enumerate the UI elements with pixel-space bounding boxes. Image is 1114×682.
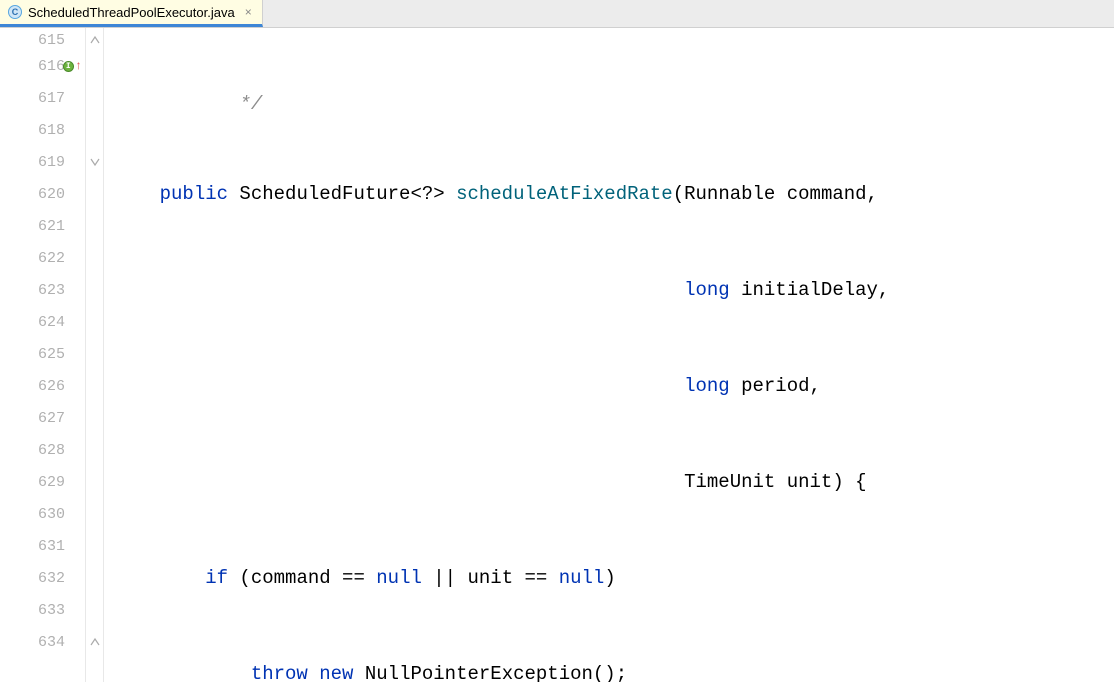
- close-icon[interactable]: ×: [245, 5, 252, 19]
- line-number: 615: [0, 30, 85, 50]
- implements-marker-icon[interactable]: I ↑: [63, 60, 82, 72]
- line-number: 633: [0, 594, 85, 626]
- line-number: 624: [0, 306, 85, 338]
- fold-end-icon[interactable]: [90, 637, 100, 647]
- fold-start-icon[interactable]: [90, 157, 100, 167]
- line-number: 618: [0, 114, 85, 146]
- line-number: 617: [0, 82, 85, 114]
- line-number: 630: [0, 498, 85, 530]
- line-number: 627: [0, 402, 85, 434]
- tab-bar: C ScheduledThreadPoolExecutor.java ×: [0, 0, 1114, 28]
- line-number: 631: [0, 530, 85, 562]
- line-number: 620: [0, 178, 85, 210]
- line-number: 626: [0, 370, 85, 402]
- line-number: 628: [0, 434, 85, 466]
- line-number: 632: [0, 562, 85, 594]
- code-editor[interactable]: */ public ScheduledFuture<?> scheduleAtF…: [104, 28, 1114, 682]
- tab-filename: ScheduledThreadPoolExecutor.java: [28, 5, 235, 20]
- line-number: 623: [0, 274, 85, 306]
- class-icon: C: [8, 5, 22, 19]
- editor-tab[interactable]: C ScheduledThreadPoolExecutor.java ×: [0, 0, 263, 27]
- fold-gutter: [86, 28, 104, 682]
- fold-end-icon[interactable]: [90, 35, 100, 45]
- line-number: 634: [0, 626, 85, 658]
- editor-pane: 615 616 I ↑ 617 618 619 620 621 622 623 …: [0, 28, 1114, 682]
- line-number: 621: [0, 210, 85, 242]
- line-number: 629: [0, 466, 85, 498]
- line-number: 619: [0, 146, 85, 178]
- line-number: 616 I ↑: [0, 50, 85, 82]
- line-gutter: 615 616 I ↑ 617 618 619 620 621 622 623 …: [0, 28, 86, 682]
- code-text: */: [114, 88, 262, 120]
- line-number: 625: [0, 338, 85, 370]
- line-number: 622: [0, 242, 85, 274]
